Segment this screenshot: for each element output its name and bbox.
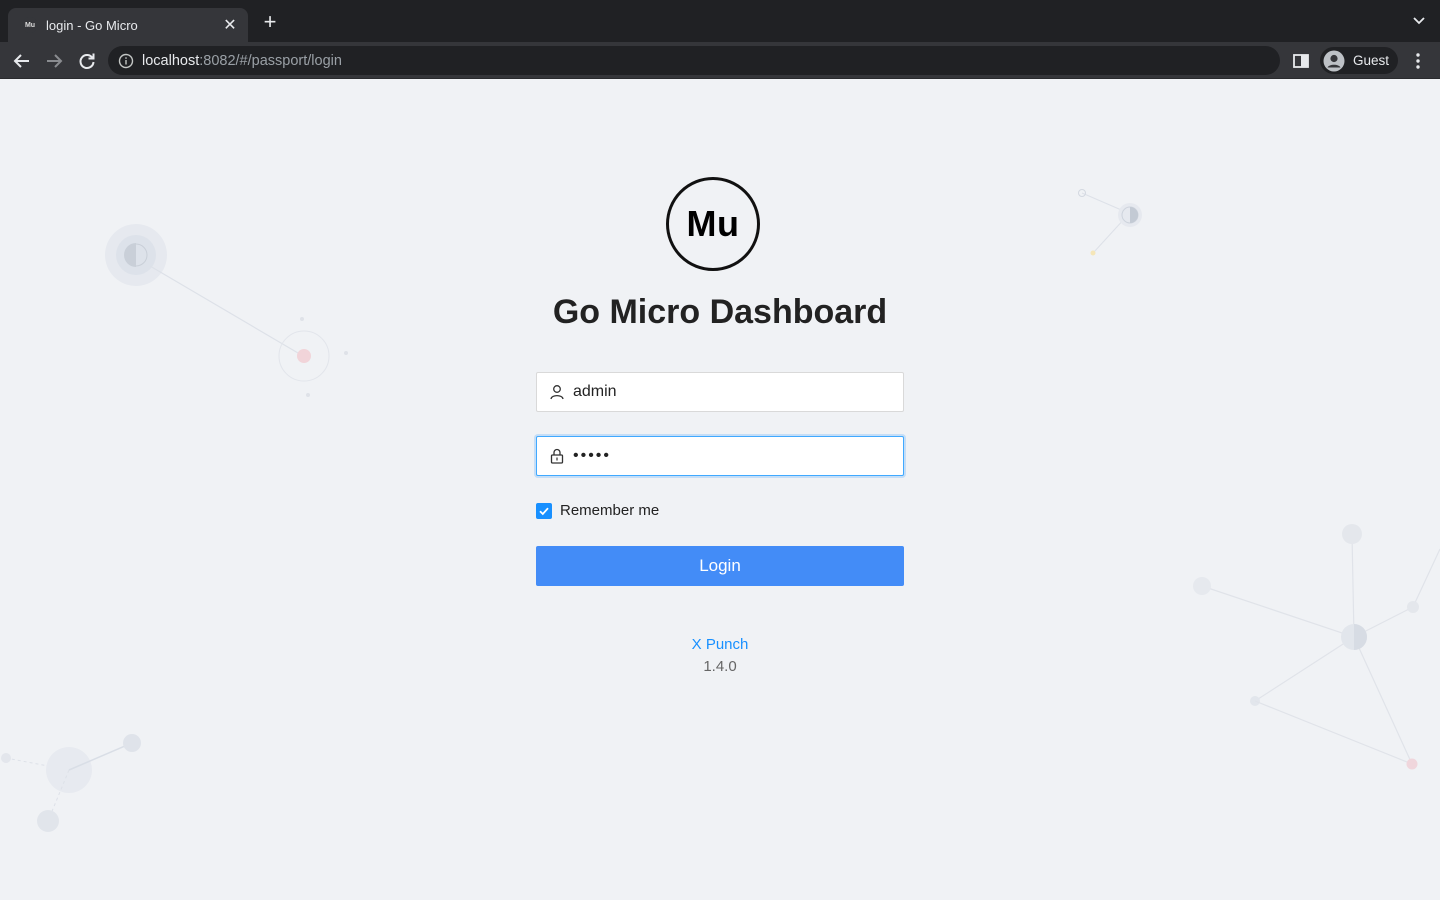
address-bar[interactable]: localhost:8082/#/passport/login — [108, 46, 1280, 75]
footer-link[interactable]: X Punch — [0, 636, 1440, 653]
url-text: localhost:8082/#/passport/login — [142, 53, 342, 69]
logo-text: Mu — [686, 203, 740, 244]
back-arrow-icon[interactable] — [11, 50, 33, 72]
profile-label: Guest — [1353, 53, 1390, 68]
browser-toolbar: localhost:8082/#/passport/login Guest — [0, 42, 1440, 79]
user-icon — [550, 385, 564, 400]
app-logo: Mu — [666, 177, 760, 271]
avatar-icon — [1323, 50, 1345, 71]
username-input[interactable] — [573, 373, 903, 411]
url-path: :8082/#/passport/login — [199, 52, 342, 69]
tab-search-chevron-icon[interactable] — [1410, 12, 1428, 30]
password-input[interactable] — [573, 437, 903, 475]
tab-close-icon[interactable]: ✕ — [222, 15, 238, 35]
forward-arrow-icon[interactable] — [43, 50, 65, 72]
new-tab-button[interactable]: + — [258, 10, 282, 34]
remember-me-checkbox[interactable]: Remember me — [536, 502, 659, 519]
page-title: Go Micro Dashboard — [552, 293, 888, 331]
browser-tabstrip: Mu login - Go Micro ✕ + — [0, 0, 1440, 42]
login-button[interactable]: Login — [536, 546, 904, 586]
username-field[interactable] — [536, 372, 904, 412]
site-info-icon[interactable] — [118, 53, 134, 69]
browser-tab[interactable]: Mu login - Go Micro ✕ — [8, 8, 248, 42]
login-page: Mu Go Micro Dashboard Remember me Login … — [0, 79, 1440, 900]
profile-button[interactable]: Guest — [1320, 47, 1398, 74]
password-field[interactable] — [536, 436, 904, 476]
url-host: localhost — [142, 52, 200, 69]
browser-menu-icon[interactable] — [1408, 51, 1428, 71]
tab-title: login - Go Micro — [46, 17, 138, 33]
reload-icon[interactable] — [76, 50, 98, 72]
side-panel-icon[interactable] — [1292, 52, 1310, 70]
checkbox-checked-icon[interactable] — [536, 502, 552, 519]
tab-favicon-icon: Mu — [22, 17, 38, 33]
remember-me-label[interactable]: Remember me — [560, 502, 659, 519]
lock-icon — [550, 448, 564, 464]
app-version: 1.4.0 — [703, 658, 737, 675]
